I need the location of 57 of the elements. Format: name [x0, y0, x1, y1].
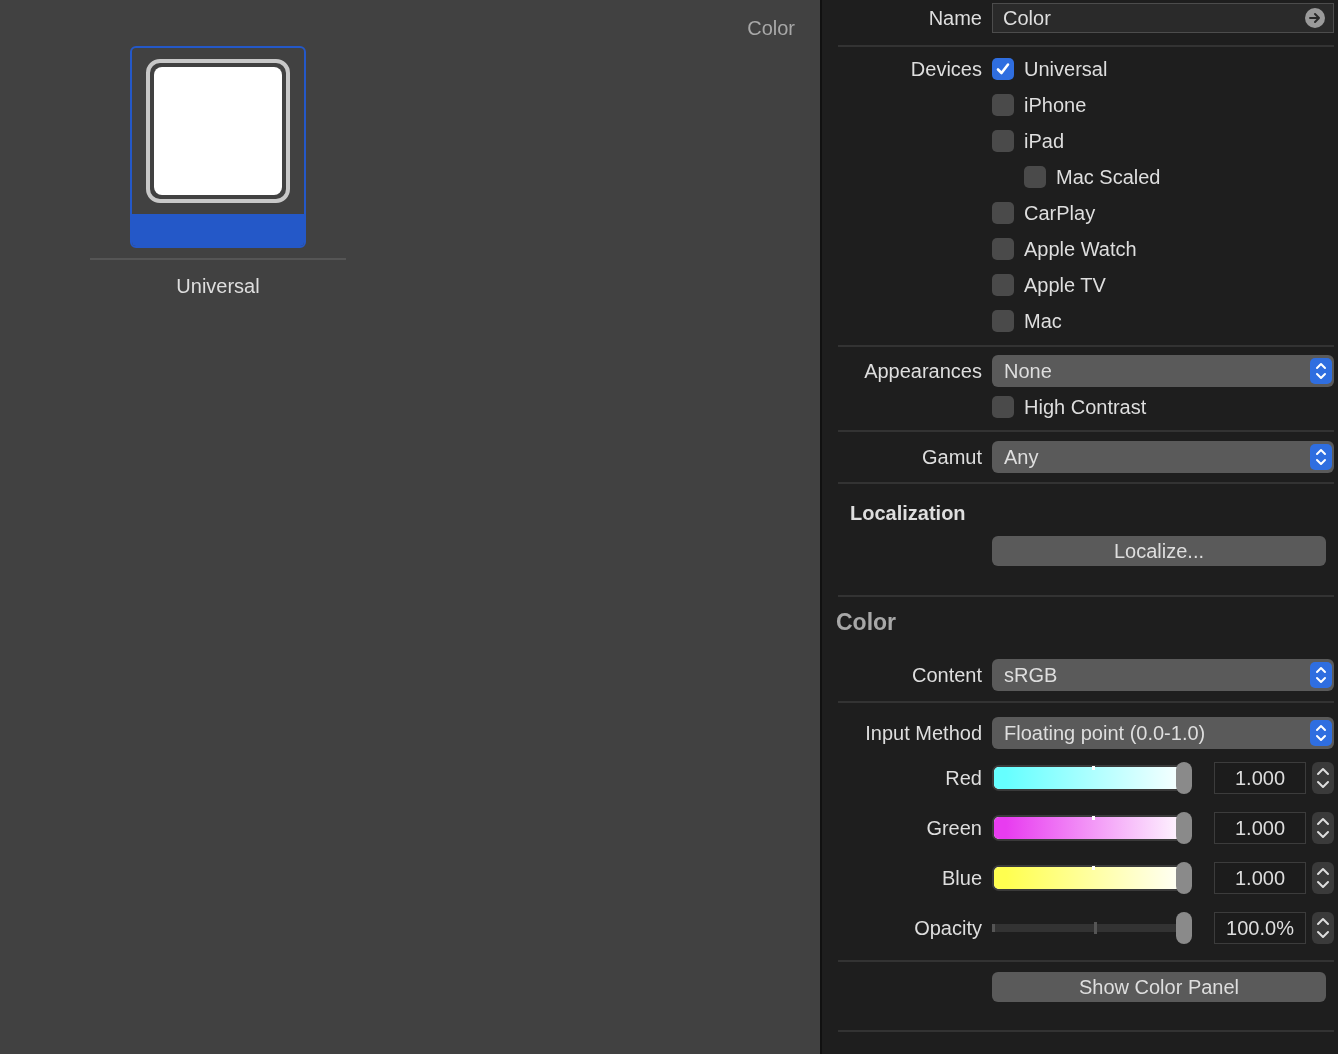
field-label: Name [927, 6, 982, 31]
popup-button[interactable]: Floating point (0.0-1.0) [992, 717, 1334, 749]
checkbox[interactable] [992, 58, 1014, 80]
slider-thumb[interactable] [1176, 912, 1192, 944]
field-label: Devices [909, 57, 982, 82]
canvas-title: Color [746, 16, 796, 41]
checkbox[interactable] [992, 238, 1014, 260]
checkbox-label: Apple Watch [1024, 237, 1137, 262]
localize-button[interactable]: Localize... [992, 536, 1326, 566]
checkbox-label: High Contrast [1024, 395, 1147, 420]
checkbox[interactable] [992, 202, 1014, 224]
value-field[interactable]: 1.000 [1214, 762, 1306, 794]
slider-thumb[interactable] [1176, 862, 1192, 894]
value-field[interactable]: 1.000 [1214, 812, 1306, 844]
field-label: Green [925, 816, 982, 841]
stepper-icon[interactable] [1312, 912, 1334, 944]
field-label: Opacity [913, 916, 982, 941]
checkbox-label: Mac [1024, 309, 1062, 334]
field-label: Content [910, 663, 982, 688]
popup-button[interactable]: None [992, 355, 1334, 387]
stepper-icon[interactable] [1312, 762, 1334, 794]
popup-button[interactable]: Any [992, 441, 1334, 473]
checkbox-label: iPhone [1024, 93, 1087, 118]
checkbox[interactable] [1024, 166, 1046, 188]
color-tile[interactable] [130, 46, 306, 248]
show-color-panel-button[interactable]: Show Color Panel [992, 972, 1326, 1002]
stepper-icon[interactable] [1312, 862, 1334, 894]
stepper-icon [1310, 662, 1332, 688]
checkbox[interactable] [992, 396, 1014, 418]
checkbox[interactable] [992, 274, 1014, 296]
slider-thumb[interactable] [1176, 812, 1192, 844]
checkmark-icon [995, 61, 1011, 77]
stepper-icon [1310, 444, 1332, 470]
section-heading: Color [836, 608, 898, 637]
value-field[interactable]: 1.000 [1214, 862, 1306, 894]
stepper-icon [1310, 720, 1332, 746]
checkbox-label: Mac Scaled [1056, 165, 1161, 190]
stepper-icon [1310, 358, 1332, 384]
name-field[interactable]: Color [992, 3, 1334, 33]
popup-button[interactable]: sRGB [992, 659, 1334, 691]
checkbox[interactable] [992, 130, 1014, 152]
tile-label: Universal [176, 274, 260, 299]
section-heading: Localization [849, 501, 967, 526]
slider-thumb[interactable] [1176, 762, 1192, 794]
field-label: Appearances [863, 359, 982, 384]
checkbox-label: Universal [1024, 57, 1108, 82]
field-label: Gamut [920, 445, 982, 470]
checkbox[interactable] [992, 310, 1014, 332]
checkbox[interactable] [992, 94, 1014, 116]
stepper-icon[interactable] [1312, 812, 1334, 844]
field-label: Input Method [864, 721, 982, 746]
checkbox-label: iPad [1024, 129, 1065, 154]
checkbox-label: CarPlay [1024, 201, 1096, 226]
checkbox-label: Apple TV [1024, 273, 1106, 298]
field-label: Red [944, 766, 982, 791]
field-label: Blue [940, 866, 982, 891]
value-field[interactable]: 100.0% [1214, 912, 1306, 944]
